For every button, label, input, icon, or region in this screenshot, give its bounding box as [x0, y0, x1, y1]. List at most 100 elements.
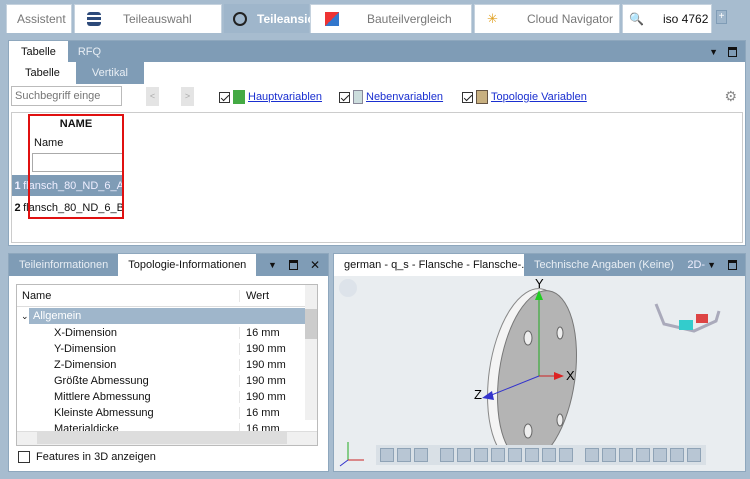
row-number: 1 [14, 179, 21, 192]
prev-button[interactable]: < [146, 87, 159, 106]
column-wert[interactable]: Wert [239, 289, 306, 302]
tab-technische-angaben[interactable]: Technische Angaben (Keine) [524, 254, 684, 276]
grid-header: Name Wert [17, 285, 306, 307]
property-name: Kleinste Abmessung [54, 407, 154, 419]
3d-view-panel: german - q_s - Flansche - Flansche-... T… [333, 253, 746, 472]
variants-table: NAME Name 1 flansch_80_ND_6_A 2 flansch_80… [11, 112, 743, 243]
cylinder-icon[interactable] [380, 448, 394, 462]
tab-topologie-informationen[interactable]: Topologie-Informationen [118, 254, 257, 276]
pan-icon[interactable] [474, 448, 488, 462]
view-front-icon[interactable] [585, 448, 599, 462]
maximize-icon[interactable] [728, 260, 737, 270]
close-icon[interactable]: ✕ [310, 258, 320, 272]
section-icon[interactable] [508, 448, 522, 462]
network-icon: ✳ [487, 11, 498, 26]
group-allgemein[interactable]: ⌄ Allgemein [17, 308, 306, 324]
render-icon[interactable] [525, 448, 539, 462]
checkbox[interactable] [219, 91, 230, 103]
tab-label: Bauteilvergleich [367, 12, 452, 26]
check-hauptvariablen[interactable]: Hauptvariablen [219, 90, 322, 104]
tab-label: Cloud Navigator [527, 12, 614, 26]
property-value: 190 mm [239, 375, 306, 387]
property-value: 190 mm [239, 343, 306, 355]
axis-y-label: Y [535, 276, 544, 291]
settings-gear-icon[interactable]: ⚙ [724, 88, 737, 105]
view-mode-dropdown[interactable]: 2D- [687, 259, 705, 271]
tab-label: iso 4762 [663, 12, 709, 26]
subtab-tabelle[interactable]: Tabelle [9, 62, 76, 84]
property-name: X-Dimension [54, 327, 117, 339]
link-topologie-variablen[interactable]: Topologie Variablen [491, 91, 587, 103]
property-row[interactable]: Y-Dimension 190 mm [17, 341, 306, 357]
tab-teileinformationen[interactable]: Teileinformationen [9, 254, 118, 276]
property-row[interactable]: Größte Abmessung 190 mm [17, 373, 306, 389]
cubes-icon [233, 12, 247, 26]
check-topologie[interactable]: Topologie Variablen [462, 90, 587, 104]
checkbox[interactable] [18, 451, 30, 463]
link-nebenvariablen[interactable]: Nebenvariablen [366, 91, 443, 103]
column-name[interactable]: Name [17, 290, 239, 302]
checkbox[interactable] [462, 91, 473, 103]
texture-icon[interactable] [542, 448, 556, 462]
box-icon[interactable] [559, 448, 573, 462]
3d-viewport[interactable]: Y X Z [334, 276, 745, 471]
topology-icon [476, 90, 488, 104]
dropdown-icon[interactable]: ▼ [709, 47, 718, 57]
chevron-down-icon[interactable]: ⌄ [17, 311, 29, 322]
features-3d-checkbox[interactable]: Features in 3D anzeigen [18, 451, 156, 463]
tab-iso-4762[interactable]: 🔍 iso 4762 [622, 4, 712, 33]
property-row[interactable]: Kleinste Abmessung 16 mm [17, 405, 306, 421]
check-nebenvariablen[interactable]: Nebenvariablen [339, 90, 443, 104]
vertical-scrollbar[interactable] [305, 285, 317, 420]
property-name: Y-Dimension [54, 343, 116, 355]
tab-cloud-navigator[interactable]: ✳ Cloud Navigator [474, 4, 620, 33]
view-right-icon[interactable] [636, 448, 650, 462]
next-button[interactable]: > [181, 87, 194, 106]
property-value: 190 mm [239, 391, 306, 403]
maximize-icon[interactable] [728, 46, 737, 57]
checkbox[interactable] [339, 91, 350, 103]
view-toolbar [376, 445, 706, 465]
tab-tabelle[interactable]: Tabelle [9, 41, 68, 62]
property-row[interactable]: X-Dimension 16 mm [17, 325, 306, 341]
checkbox-label: Features in 3D anzeigen [36, 451, 156, 463]
tab-3d-view[interactable]: german - q_s - Flansche - Flansche-... [334, 254, 524, 276]
axis-x-label: X [566, 368, 575, 383]
properties-grid: Name Wert ⌄ Allgemein X-Dimension 16 mm Y-Di… [16, 284, 318, 446]
tab-label: Teileauswahl [123, 12, 192, 26]
axis-z-label: Z [474, 387, 482, 402]
highlight-box [28, 114, 124, 219]
link-hauptvariablen[interactable]: Hauptvariablen [248, 91, 322, 103]
tab-teileauswahl[interactable]: Teileauswahl [74, 4, 222, 33]
wireframe-icon[interactable] [414, 448, 428, 462]
property-name: Mittlere Abmessung [54, 391, 151, 403]
view-bottom-icon[interactable] [670, 448, 684, 462]
shaded-icon[interactable] [397, 448, 411, 462]
add-tab-button[interactable]: + [716, 10, 727, 24]
tab-assistent[interactable]: Assistent [6, 4, 72, 33]
measure-icon[interactable] [491, 448, 505, 462]
zoom-icon[interactable] [440, 448, 454, 462]
property-value: 190 mm [239, 359, 306, 371]
tab-teileansicht[interactable]: Teileansicht [224, 4, 325, 33]
stack-icon [87, 12, 101, 26]
tab-rfq[interactable]: RFQ [68, 41, 111, 62]
horizontal-scrollbar[interactable] [17, 431, 317, 445]
property-row[interactable]: Mittlere Abmessung 190 mm [17, 389, 306, 405]
compare-icon [325, 12, 339, 26]
view-left-icon[interactable] [619, 448, 633, 462]
view-back-icon[interactable] [602, 448, 616, 462]
dropdown-icon[interactable]: ▼ [707, 260, 716, 270]
rotate-icon[interactable] [457, 448, 471, 462]
search-input[interactable] [11, 86, 122, 106]
maximize-icon[interactable] [288, 260, 298, 270]
subtab-vertikal[interactable]: Vertikal [75, 62, 144, 84]
property-row[interactable]: Z-Dimension 190 mm [17, 357, 306, 373]
view-top-icon[interactable] [653, 448, 667, 462]
tab-bauteilvergleich[interactable]: Bauteilvergleich [310, 4, 472, 33]
view-iso-icon[interactable] [687, 448, 701, 462]
panel-header: Tabelle RFQ ▼ [9, 41, 745, 62]
dropdown-icon[interactable]: ▼ [268, 260, 277, 270]
search-abc-icon: 🔍 [629, 12, 644, 26]
main-variables-icon [233, 90, 245, 104]
